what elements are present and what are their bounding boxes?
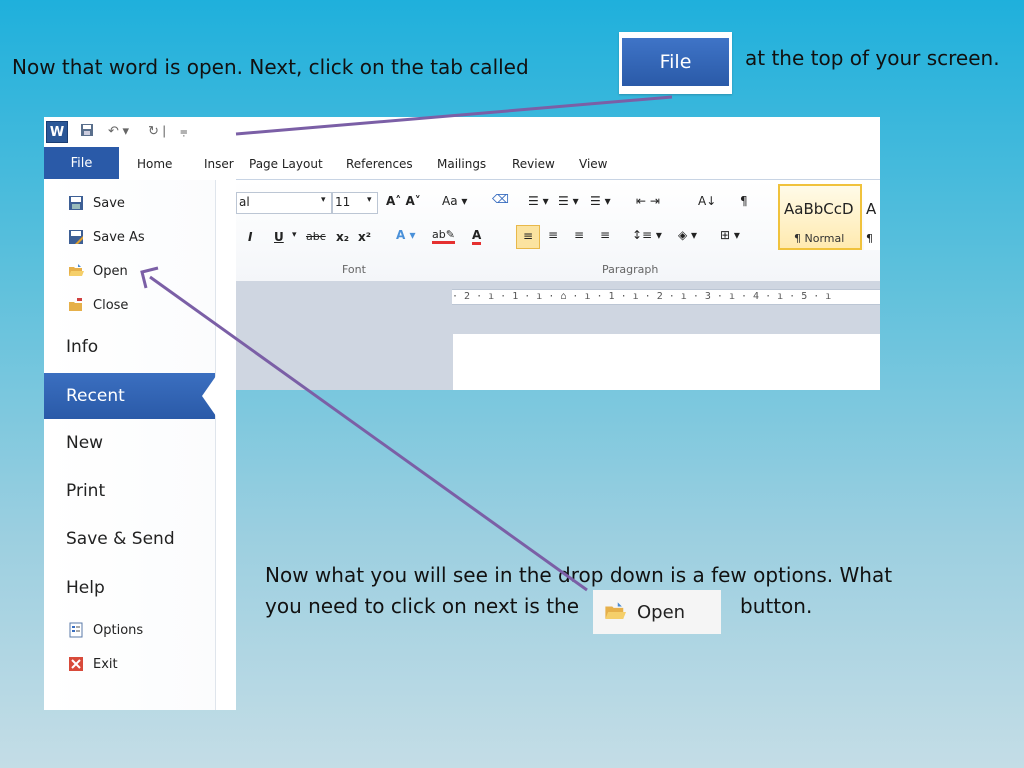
- annotation-arrows: [140, 95, 673, 592]
- file-connector-line: [235, 95, 673, 136]
- open-pointer-arrow: [149, 275, 588, 592]
